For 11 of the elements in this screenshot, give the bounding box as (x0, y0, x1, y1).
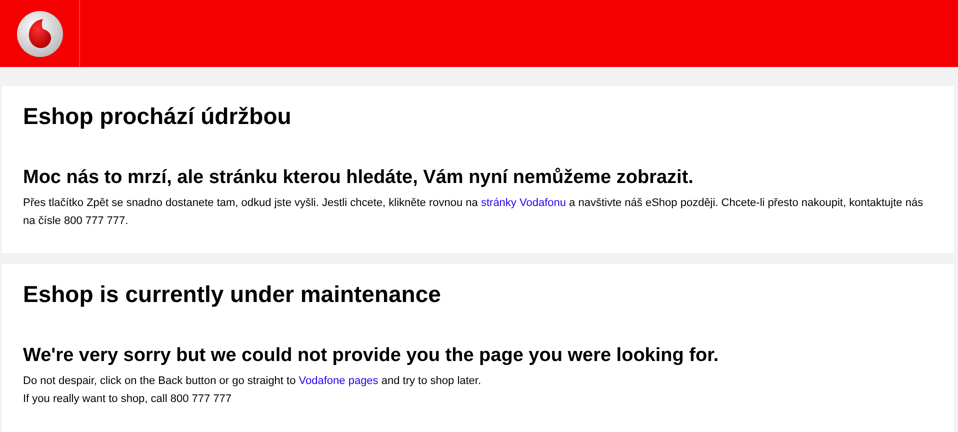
vodafone-link[interactable]: Vodafone pages (298, 375, 378, 387)
vodafone-link[interactable]: stránky Vodafonu (480, 197, 566, 209)
page-subheading: We're very sorry but we could not provide you the page you were looking for. (23, 344, 720, 368)
page-subheading: Moc nás to mrzí, ale stránku kterou hledáte, Vám nyní nemůžeme zobrazit. (23, 166, 694, 190)
logo-icon (16, 10, 64, 58)
message-text: If you really want to shop, call 800 777 777 (23, 392, 233, 407)
page-heading: Eshop prochází údržbou (23, 102, 292, 131)
message-text: Přes tlačítko Zpět se snadno dostanete tam, odkud jste vyšli. Jestli chcete, klikněte rovnou na stránky Vodafonu a navštivte náš eShop později. Chcete-li přesto nakoupit, kontaktujte nás na čísle 800 777 777. (23, 196, 924, 229)
logo-link[interactable] (16, 10, 64, 58)
message-text: Do not despair, click on the Back button or go straight to Vodafone pages and try to shop later. (23, 374, 482, 389)
page-heading: Eshop is currently under maintenance (23, 280, 442, 309)
